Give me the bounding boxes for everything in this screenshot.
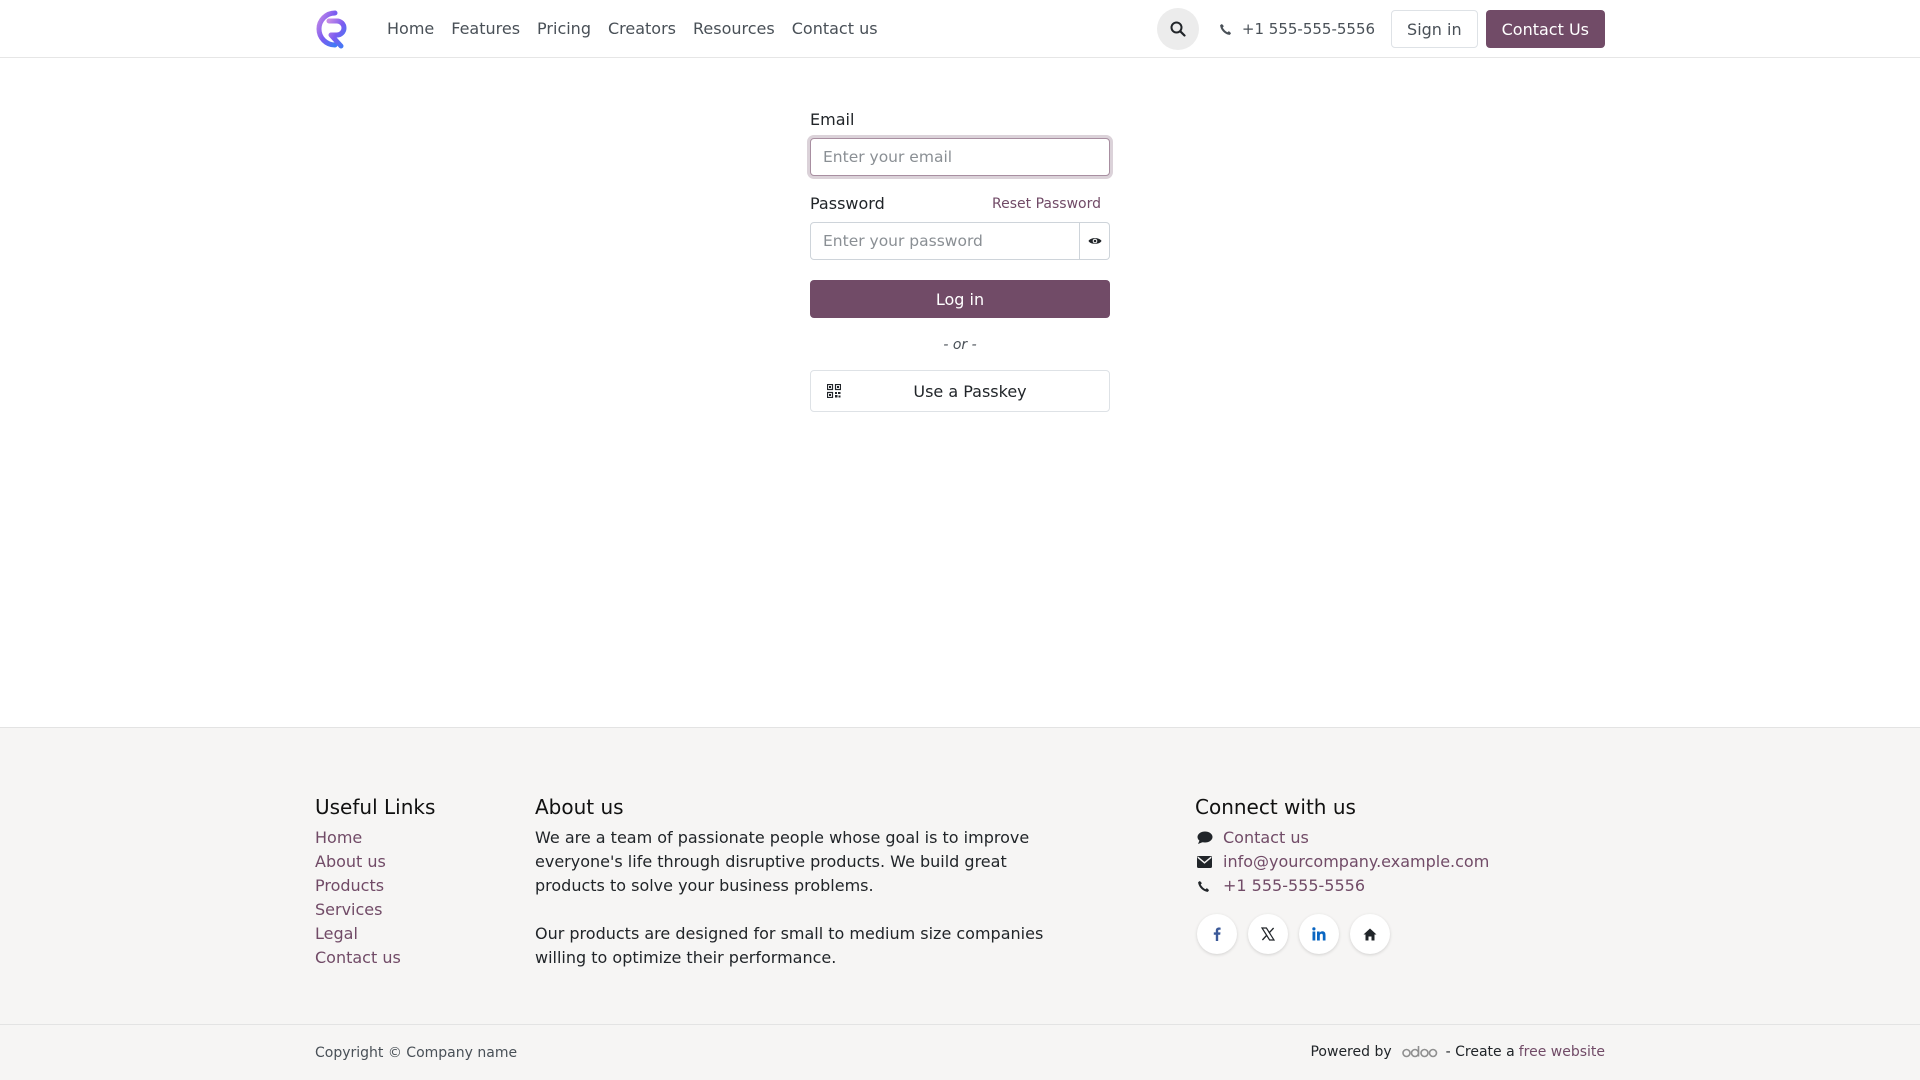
log-in-button[interactable]: Log in (810, 280, 1110, 318)
contact-us-button[interactable]: Contact Us (1485, 10, 1605, 48)
company-logo[interactable] (315, 9, 355, 49)
comment-icon (1195, 831, 1223, 845)
connect-phone-text: +1 555-555-5556 (1223, 876, 1366, 895)
create-text: - Create a (1445, 1044, 1515, 1060)
home-link[interactable] (1350, 914, 1390, 954)
or-separator: - or - (943, 337, 977, 353)
footer-link-legal[interactable]: Legal (315, 924, 358, 943)
site-footer: Useful Links Home About us Products Serv… (0, 727, 1920, 1024)
connect-phone-link[interactable]: +1 555-555-5556 (1195, 874, 1489, 898)
copyright-text: Copyright © Company name (315, 1045, 518, 1061)
connect-contact-text: Contact us (1223, 828, 1309, 847)
footer-link-about-us[interactable]: About us (315, 852, 386, 871)
nav-creators[interactable]: Creators (599, 0, 684, 58)
eye-icon (1088, 238, 1101, 244)
header-inner: Home Features Pricing Creators Resources… (315, 0, 1605, 58)
social-links (1197, 914, 1489, 954)
password-label-row: Password Reset Password (810, 192, 1110, 216)
email-label: Email (810, 110, 855, 129)
site-header: Home Features Pricing Creators Resources… (0, 0, 1920, 58)
footer-bottom-bar: Copyright © Company name Powered by - Cr… (0, 1024, 1920, 1080)
nav-features[interactable]: Features (443, 0, 529, 58)
nav-resources[interactable]: Resources (685, 0, 784, 58)
about-paragraph-1: We are a team of passionate people whose… (535, 828, 1030, 895)
passkey-label: Use a Passkey (913, 381, 1027, 401)
footer-link-products[interactable]: Products (315, 876, 384, 895)
show-password-button[interactable] (1080, 222, 1110, 260)
about-paragraph-2: Our products are designed for small to m… (535, 924, 1044, 967)
main-nav: Home Features Pricing Creators Resources… (387, 0, 886, 58)
password-input-group (810, 222, 1110, 260)
about-us-column: About us We are a team of passionate peo… (535, 794, 1055, 970)
useful-links-list: Home About us Products Services Legal Co… (315, 826, 435, 970)
about-us-title: About us (535, 795, 624, 819)
connect-contact-link[interactable]: Contact us (1195, 826, 1489, 850)
header-actions: +1 555-555-5556 Sign in Contact Us (1156, 8, 1605, 50)
odoo-logo-icon (1401, 1046, 1437, 1058)
password-input[interactable] (810, 222, 1080, 260)
reset-password-link[interactable]: Reset Password (992, 196, 1101, 212)
phone-icon (1220, 23, 1231, 35)
connect-email-text: info@yourcompany.example.com (1223, 852, 1490, 871)
password-label: Password (810, 194, 885, 213)
qrcode-icon (827, 384, 841, 398)
search-button[interactable] (1156, 8, 1199, 50)
linkedin-icon (1312, 927, 1326, 941)
logo-icon (316, 10, 347, 49)
linkedin-link[interactable] (1299, 914, 1339, 954)
odoo-logo-link[interactable] (1401, 1045, 1438, 1059)
useful-links-title: Useful Links (315, 795, 436, 819)
connect-email-link[interactable]: info@yourcompany.example.com (1195, 850, 1489, 874)
envelope-icon (1195, 856, 1223, 868)
x-icon (1261, 927, 1275, 941)
sign-in-button[interactable]: Sign in (1391, 10, 1478, 48)
use-passkey-button[interactable]: Use a Passkey (810, 370, 1110, 412)
useful-links-column: Useful Links Home About us Products Serv… (315, 794, 435, 970)
facebook-icon (1213, 927, 1221, 941)
search-icon (1170, 21, 1186, 37)
nav-contact-us[interactable]: Contact us (783, 0, 886, 58)
email-input[interactable] (810, 138, 1110, 176)
powered-by-text: Powered by (1310, 1044, 1392, 1060)
connect-title: Connect with us (1195, 795, 1356, 819)
powered-by: Powered by - Create a free website (1310, 1044, 1605, 1060)
login-form: Email Password Reset Password Log in - o… (810, 108, 1110, 412)
connect-column: Connect with us Contact us info@yourcomp… (1195, 794, 1489, 954)
footer-link-home[interactable]: Home (315, 828, 362, 847)
nav-home[interactable]: Home (387, 0, 443, 58)
footer-link-contact-us[interactable]: Contact us (315, 948, 401, 967)
home-icon (1363, 928, 1377, 940)
about-us-text: We are a team of passionate people whose… (535, 826, 1055, 970)
header-phone-link[interactable]: +1 555-555-5556 (1219, 20, 1375, 38)
x-link[interactable] (1248, 914, 1288, 954)
footer-link-services[interactable]: Services (315, 900, 382, 919)
free-website-link[interactable]: free website (1519, 1044, 1605, 1060)
nav-pricing[interactable]: Pricing (529, 0, 600, 58)
header-phone-text: +1 555-555-5556 (1241, 20, 1376, 38)
facebook-link[interactable] (1197, 914, 1237, 954)
phone-icon (1195, 880, 1223, 893)
